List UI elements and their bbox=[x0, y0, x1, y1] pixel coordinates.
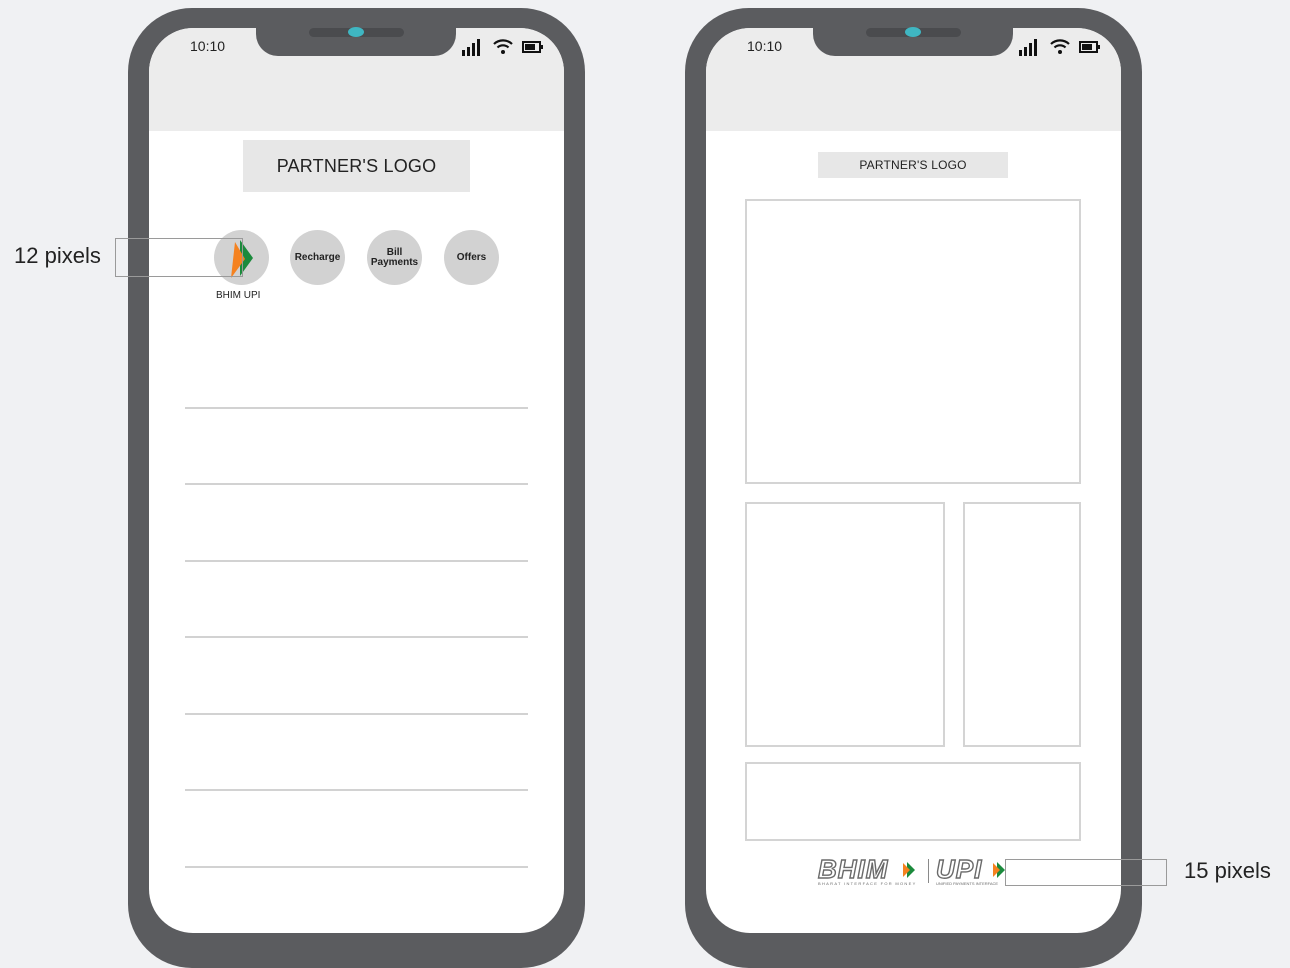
annotation-label-right: 15 pixels bbox=[1184, 858, 1271, 883]
battery-icon bbox=[1079, 41, 1100, 53]
list-divider bbox=[185, 560, 528, 562]
bhim-upi-brand: BHIM UPI BHARAT INTERFACE FOR MONEY UNIF… bbox=[817, 854, 1014, 890]
camera bbox=[905, 27, 921, 37]
status-time: 10:10 bbox=[190, 38, 226, 54]
brand-divider bbox=[928, 859, 929, 883]
bhim-wordmark: BHIM bbox=[817, 854, 889, 884]
bhim-upi-label: BHIM UPI bbox=[216, 290, 261, 301]
list-divider bbox=[185, 636, 528, 638]
status-time: 10:10 bbox=[747, 38, 783, 54]
partner-logo: PARTNER'S LOGO bbox=[243, 140, 470, 192]
wifi-icon bbox=[493, 39, 513, 54]
recharge-button[interactable]: Recharge bbox=[290, 230, 345, 285]
bill-payments-button[interactable]: Bill Payments bbox=[367, 230, 422, 285]
list-divider bbox=[185, 407, 528, 409]
list-divider bbox=[185, 789, 528, 791]
content-card-bottom bbox=[745, 762, 1081, 841]
status-icons bbox=[1019, 38, 1101, 56]
content-card-right bbox=[963, 502, 1081, 747]
list-divider bbox=[185, 483, 528, 485]
annotation-label-left: 12 pixels bbox=[14, 243, 101, 268]
status-icons bbox=[462, 38, 544, 56]
wifi-icon bbox=[1050, 39, 1070, 54]
annotation-bracket-left bbox=[115, 238, 243, 277]
content-card-large bbox=[745, 199, 1081, 484]
signal-icon bbox=[1019, 39, 1037, 56]
bhim-logo-icon bbox=[903, 862, 915, 878]
annotation-bracket-right bbox=[1005, 859, 1167, 886]
list-divider bbox=[185, 713, 528, 715]
upi-tagline: UNIFIED PAYMENTS INTERFACE bbox=[936, 881, 999, 886]
partner-logo: PARTNER'S LOGO bbox=[818, 152, 1008, 178]
list-divider bbox=[185, 866, 528, 868]
offers-button[interactable]: Offers bbox=[444, 230, 499, 285]
upi-wordmark: UPI bbox=[935, 854, 983, 884]
signal-icon bbox=[462, 39, 480, 56]
bhim-tagline: BHARAT INTERFACE FOR MONEY bbox=[818, 881, 917, 886]
camera bbox=[348, 27, 364, 37]
battery-icon bbox=[522, 41, 543, 53]
content-card-left bbox=[745, 502, 945, 747]
upi-logo-icon bbox=[993, 862, 1005, 878]
